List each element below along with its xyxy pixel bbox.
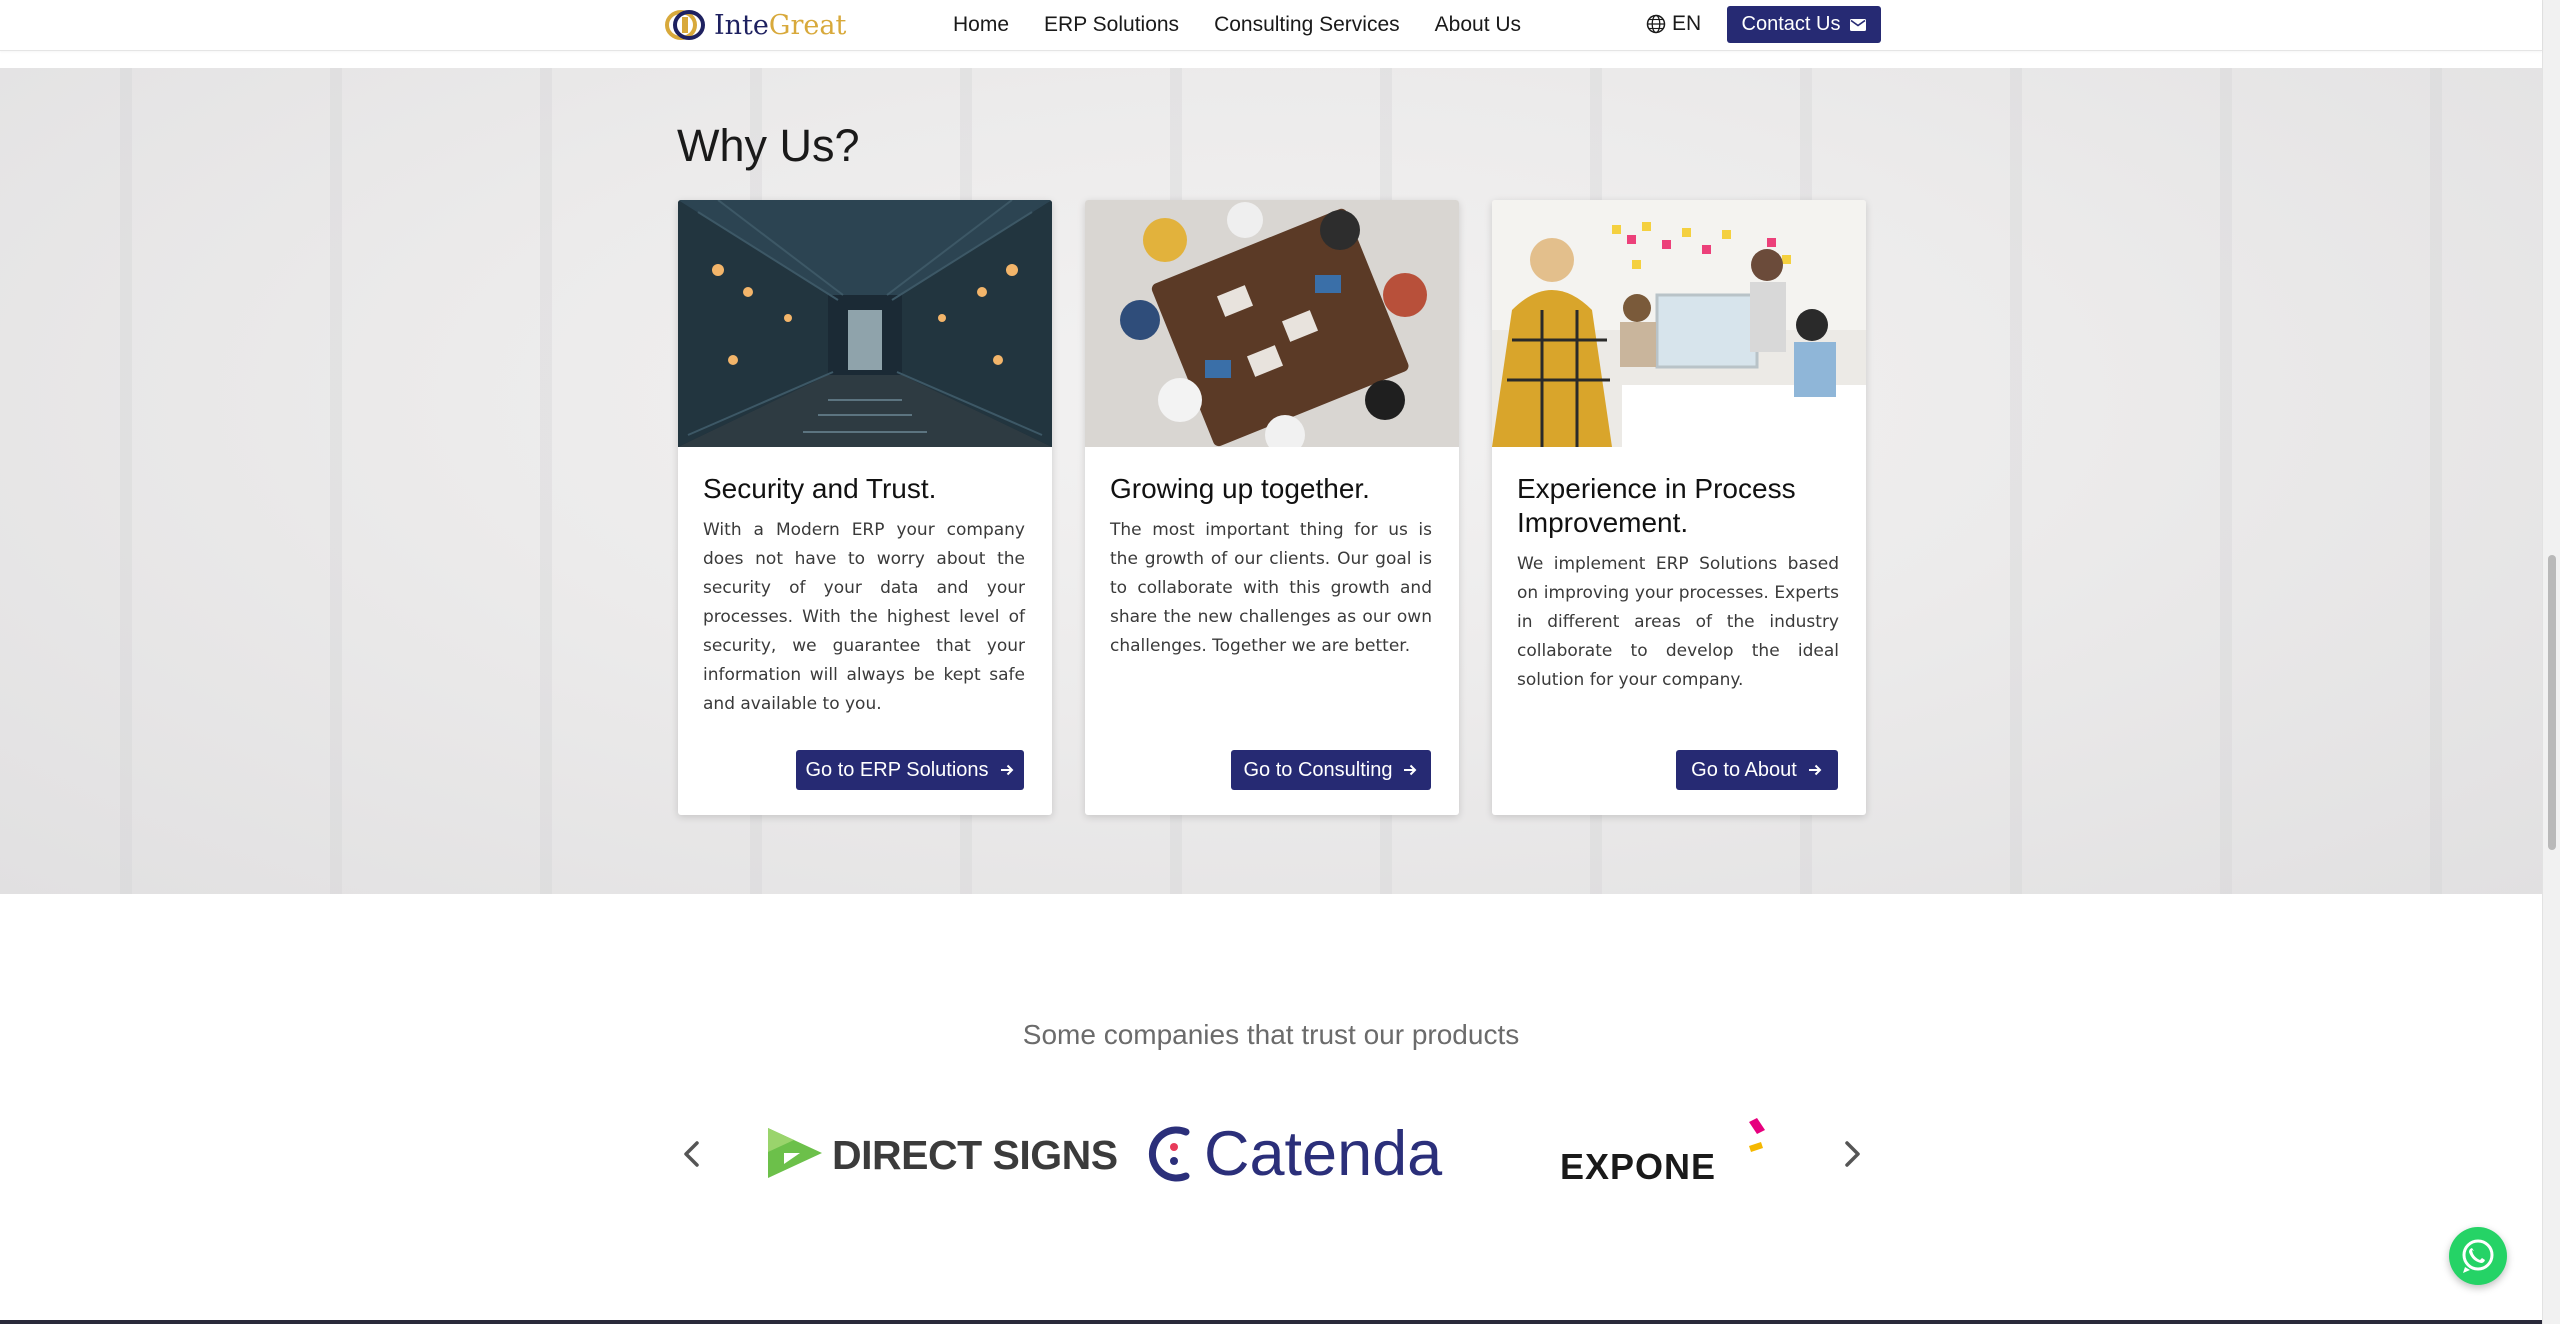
globe-icon (1646, 14, 1666, 34)
site-header: InteGreat Home ERP Solutions Consulting … (0, 0, 2542, 51)
card-description: The most important thing for us is the g… (1110, 520, 1432, 656)
catenda-wordmark: Catenda (1204, 1119, 1443, 1189)
brand-name-prefix: Inte (714, 9, 769, 41)
datacenter-image (678, 200, 1052, 447)
card-title: Growing up together. (1110, 473, 1370, 504)
language-label: EN (1672, 12, 1702, 35)
go-to-consulting-button[interactable]: Go to Consulting (1231, 750, 1431, 790)
chevron-right-icon[interactable] (1832, 1134, 1872, 1174)
button-label: Go to About (1691, 758, 1797, 781)
logo-direct-signs: DIRECT SIGNS (764, 1118, 1118, 1188)
direct-signs-mark (768, 1128, 822, 1178)
whatsapp-button[interactable] (2449, 1227, 2507, 1285)
expone-wordmark: EXPONE (1560, 1146, 1717, 1187)
card-growing: Growing up together. The most important … (1085, 200, 1459, 815)
chevron-left-icon[interactable] (672, 1134, 712, 1174)
card-description: With a Modern ERP your company does not … (703, 520, 1025, 714)
main-nav: Home ERP Solutions Consulting Services A… (953, 0, 1556, 50)
logo-expone: EXPONE (1560, 1118, 1770, 1188)
brand-name-suffix: Great (768, 9, 847, 41)
arrow-right-icon (1404, 764, 1417, 776)
logo-catenda: Catenda (1148, 1118, 1458, 1189)
companies-title: Some companies that trust our products (1022, 1019, 1520, 1050)
card-title: Experience in Process Improvement. (1517, 473, 1796, 538)
language-selector[interactable]: EN (1646, 12, 1701, 36)
why-us-section: Why Us? Security and Trust. With a Moder… (0, 68, 2542, 894)
scrollbar-thumb[interactable] (2548, 555, 2556, 850)
nav-erp-solutions[interactable]: ERP Solutions (1044, 13, 1179, 37)
card-security: Security and Trust. With a Modern ERP yo… (678, 200, 1052, 815)
team-meeting-image (1085, 200, 1459, 447)
arrow-right-icon (1000, 764, 1013, 776)
contact-us-button[interactable]: Contact Us (1727, 6, 1881, 43)
mail-icon (1850, 18, 1867, 31)
card-description: We implement ERP Solutions based on impr… (1517, 554, 1839, 690)
card-process-improvement: Experience in Process Improvement. We im… (1492, 200, 1866, 815)
why-us-title: Why Us? (677, 120, 860, 171)
contact-us-label: Contact Us (1741, 13, 1841, 35)
button-label: Go to ERP Solutions (805, 758, 989, 781)
brand-logo-icon (665, 10, 705, 40)
nav-about-us[interactable]: About Us (1435, 13, 1521, 37)
brand-logo[interactable]: InteGreat (664, 5, 846, 45)
nav-consulting-services[interactable]: Consulting Services (1214, 13, 1400, 37)
direct-signs-wordmark: DIRECT SIGNS (832, 1132, 1118, 1178)
footer-edge (0, 1320, 2560, 1324)
expone-accent-mark (1749, 1118, 1765, 1152)
office-team-image (1492, 200, 1866, 447)
button-label: Go to Consulting (1243, 758, 1393, 781)
card-title: Security and Trust. (703, 473, 937, 504)
brand-name: InteGreat (714, 10, 846, 41)
whatsapp-icon (2462, 1239, 2494, 1273)
header-divider (0, 50, 2542, 69)
catenda-mark (1148, 1126, 1190, 1182)
arrow-right-icon (1808, 764, 1822, 776)
go-to-about-button[interactable]: Go to About (1676, 750, 1838, 790)
page-scrollbar[interactable] (2542, 0, 2560, 1324)
nav-home[interactable]: Home (953, 13, 1009, 37)
go-to-erp-solutions-button[interactable]: Go to ERP Solutions (796, 750, 1024, 790)
